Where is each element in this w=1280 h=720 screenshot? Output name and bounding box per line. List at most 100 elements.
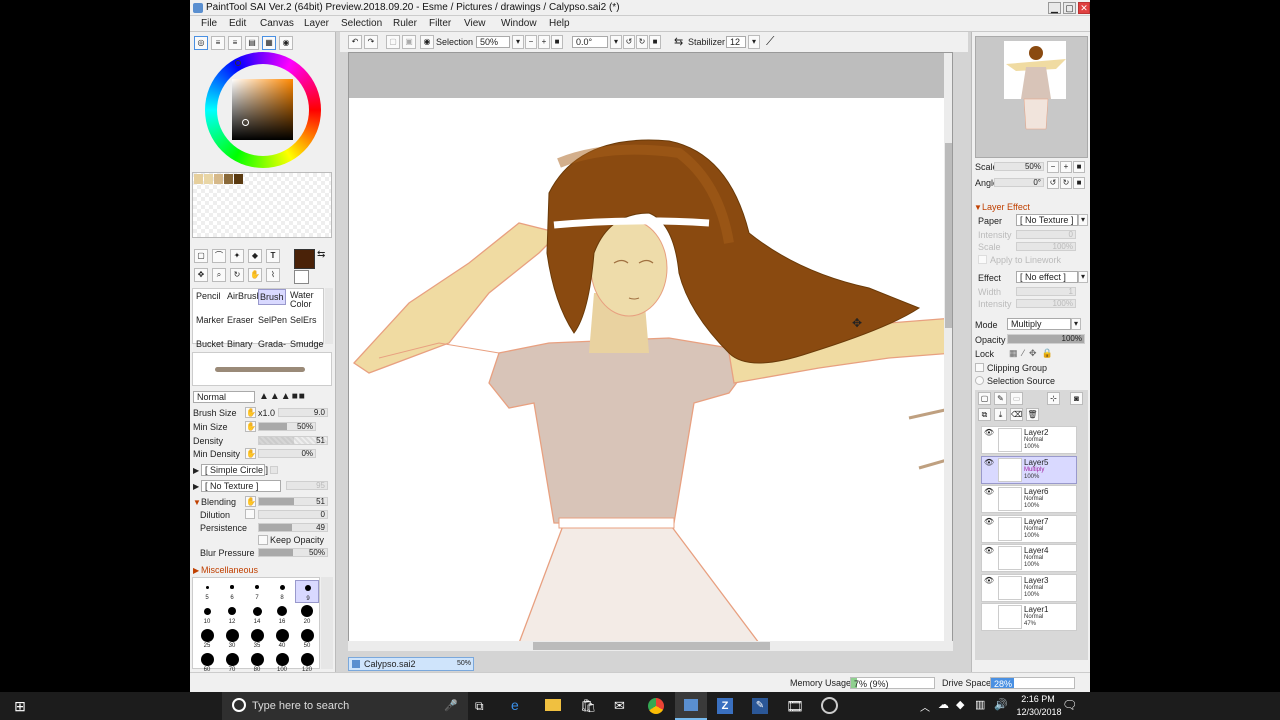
- brush-tool-brush[interactable]: Brush: [258, 289, 286, 305]
- layer-visibility-icon[interactable]: 👁: [983, 428, 995, 440]
- zoom-reset-icon[interactable]: ■: [551, 35, 563, 49]
- brush-size-preset[interactable]: 7: [245, 580, 269, 603]
- layer-row[interactable]: Layer1 Normal 47%: [981, 603, 1077, 631]
- canvas-artwork[interactable]: ✥: [349, 53, 953, 644]
- brush-size-preset[interactable]: 5: [195, 580, 219, 603]
- stabilizer-dropdown-icon[interactable]: ▾: [748, 35, 760, 49]
- color-saturation-square[interactable]: [232, 79, 293, 140]
- app-notes-icon[interactable]: ✎: [752, 698, 768, 714]
- scratchpad-tab-icon[interactable]: ▦: [262, 36, 276, 50]
- brush-size-preset[interactable]: 35: [245, 628, 269, 651]
- lock-icons[interactable]: ▦⁄✥🔒: [1009, 348, 1058, 359]
- primary-color-swatch[interactable]: [294, 249, 315, 269]
- zoom-select[interactable]: 50%: [476, 36, 510, 48]
- nav-zoom-out-icon[interactable]: −: [1047, 161, 1059, 173]
- brush-size-preset[interactable]: 10: [195, 604, 219, 627]
- layer-transform-icon[interactable]: ⊹: [1047, 392, 1060, 405]
- tray-cloud-icon[interactable]: ☁: [938, 698, 949, 711]
- dilution-checkbox[interactable]: [245, 509, 255, 519]
- brush-size-preset[interactable]: 8: [270, 580, 294, 603]
- layer-row[interactable]: 👁 Layer7 Normal 100%: [981, 514, 1077, 543]
- selection-source-radio[interactable]: [975, 376, 984, 385]
- menu-help[interactable]: Help: [549, 18, 570, 29]
- brush-size-preset[interactable]: 14: [245, 604, 269, 627]
- brush-tool-marker[interactable]: Marker: [196, 315, 224, 325]
- close-button[interactable]: ✕: [1078, 2, 1090, 14]
- picker-tab-icon[interactable]: ◉: [279, 36, 293, 50]
- tray-dropbox-icon[interactable]: ◆: [956, 698, 964, 711]
- blending-collapse-icon[interactable]: ▼: [193, 498, 201, 507]
- hand-icon[interactable]: ✋: [248, 268, 262, 282]
- navigator-preview[interactable]: [975, 36, 1088, 158]
- min-density-slider[interactable]: 0%: [258, 449, 316, 458]
- scratch-pad[interactable]: [192, 172, 332, 238]
- size-pressure-icon[interactable]: ✋: [245, 407, 256, 418]
- minimize-button[interactable]: ▁: [1048, 2, 1061, 14]
- layer-visibility-icon[interactable]: 👁: [983, 517, 995, 529]
- paper-dropdown-icon[interactable]: ▾: [1078, 214, 1088, 226]
- menu-selection[interactable]: Selection: [341, 18, 382, 29]
- apply-linework-checkbox[interactable]: [978, 255, 987, 264]
- blending-slider[interactable]: 51: [258, 497, 328, 506]
- paper-select[interactable]: [ No Texture ]: [1016, 214, 1078, 226]
- task-view-icon[interactable]: ⧉: [475, 699, 484, 714]
- merge-down-icon[interactable]: ⤓: [994, 408, 1007, 421]
- brush-tool-selpen[interactable]: SelPen: [258, 315, 287, 325]
- clear-layer-icon[interactable]: ⌫: [1010, 408, 1023, 421]
- brush-size-preset[interactable]: 12: [220, 604, 244, 627]
- canvas-horizontal-scrollbar[interactable]: [348, 641, 953, 651]
- eyedropper-icon[interactable]: ⌇: [266, 268, 280, 282]
- taskbar-search-box[interactable]: Type here to search 🎤: [222, 692, 468, 720]
- rotation-select[interactable]: 0.0°: [572, 36, 608, 48]
- brush-tool-eraser[interactable]: Eraser: [227, 315, 254, 325]
- layer-visibility-icon[interactable]: 👁: [983, 458, 995, 470]
- secondary-color-swatch[interactable]: [294, 270, 309, 284]
- layer-visibility-icon[interactable]: 👁: [983, 546, 995, 558]
- effect-dropdown-icon[interactable]: ▾: [1078, 271, 1088, 283]
- menu-view[interactable]: View: [464, 18, 486, 29]
- effect-select[interactable]: [ No effect ]: [1016, 271, 1078, 283]
- misc-expand-icon[interactable]: ▶: [193, 566, 199, 575]
- notification-icon[interactable]: 🗨: [1062, 698, 1077, 712]
- brush-tool-airbrush[interactable]: AirBrush: [227, 291, 262, 301]
- hsv-slider-tab-icon[interactable]: ≡: [228, 36, 242, 50]
- layer-mode-dropdown-icon[interactable]: ▾: [1071, 318, 1081, 330]
- canvas-vertical-scrollbar[interactable]: [944, 53, 952, 643]
- brush-texture-select[interactable]: [ No Texture ]: [201, 480, 281, 492]
- app-film-icon[interactable]: 🎞: [786, 698, 804, 715]
- stabilizer-select[interactable]: 12: [726, 36, 746, 48]
- app-z-icon[interactable]: Z: [717, 698, 733, 714]
- brush-tool-selers[interactable]: SelErs: [290, 315, 317, 325]
- layer-visibility-icon[interactable]: 👁: [983, 487, 995, 499]
- tray-time[interactable]: 2:16 PM: [1018, 694, 1058, 704]
- layer-visibility-icon[interactable]: 👁: [983, 576, 995, 588]
- brush-size-scrollbar[interactable]: [321, 577, 333, 669]
- misc-label[interactable]: Miscellaneous: [201, 565, 258, 575]
- rotation-dropdown-icon[interactable]: ▾: [610, 35, 622, 49]
- brush-size-preset[interactable]: 6: [220, 580, 244, 603]
- brush-shape-select[interactable]: [ Simple Circle ]: [201, 464, 268, 476]
- blur-pressure-slider[interactable]: 50%: [258, 548, 328, 557]
- shape-expand-icon[interactable]: ▶: [193, 466, 199, 475]
- nav-rotate-reset-icon[interactable]: ■: [1073, 177, 1085, 189]
- zoom-icon[interactable]: ⌕: [212, 268, 226, 282]
- brush-size-preset[interactable]: 30: [220, 628, 244, 651]
- flip-canvas-icon[interactable]: ⇆: [674, 35, 683, 48]
- document-tab[interactable]: Calypso.sai2 50%: [348, 657, 474, 671]
- clipping-group-checkbox[interactable]: [975, 363, 984, 372]
- move-icon[interactable]: ✥: [194, 268, 208, 282]
- magic-wand-icon[interactable]: ✦: [230, 249, 244, 263]
- layer-visibility-icon[interactable]: [983, 605, 995, 617]
- layer-row[interactable]: 👁 Layer3 Normal 100%: [981, 573, 1077, 602]
- invert-selection-icon[interactable]: ▣: [402, 35, 416, 49]
- shape-icon[interactable]: ◆: [248, 249, 262, 263]
- brush-size-multiplier[interactable]: x1.0: [258, 408, 275, 418]
- brush-size-preset[interactable]: 25: [195, 628, 219, 651]
- store-icon[interactable]: 🛍: [580, 698, 597, 714]
- menu-layer[interactable]: Layer: [304, 18, 329, 29]
- chrome-icon[interactable]: [648, 698, 664, 714]
- file-explorer-icon[interactable]: [545, 699, 561, 711]
- swatches-tab-icon[interactable]: ▤: [245, 36, 259, 50]
- paper-scale-slider[interactable]: 100%: [1016, 242, 1076, 251]
- new-layer-icon[interactable]: ▢: [978, 392, 991, 405]
